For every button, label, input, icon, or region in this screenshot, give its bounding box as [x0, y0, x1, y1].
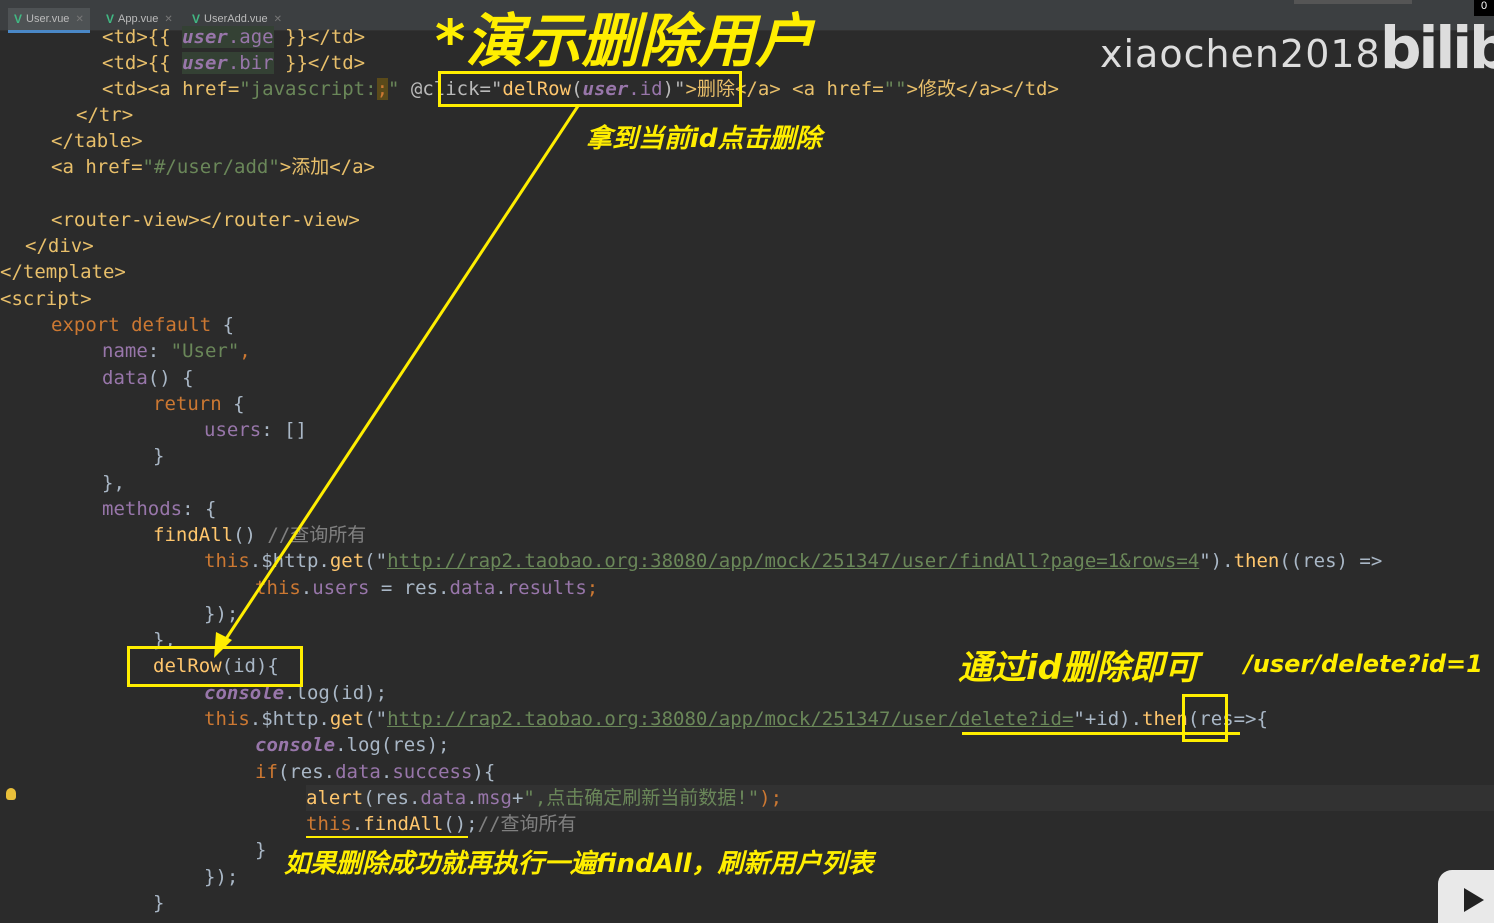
annotation-arrow	[214, 105, 580, 658]
bilibili-tv-icon[interactable]	[1438, 870, 1494, 923]
play-icon	[1464, 888, 1484, 912]
